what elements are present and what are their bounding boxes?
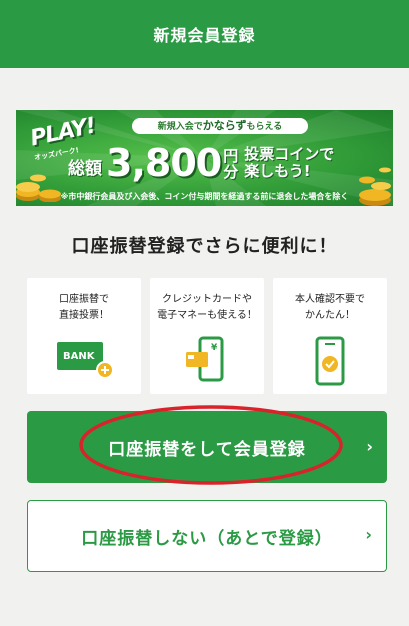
bank-card-icon: BANK (57, 342, 114, 379)
promo-pill: 新規入会でかならずもらえる (132, 118, 308, 134)
promo-banner[interactable]: PLAY! オッズパーク! 新規入会でかならずもらえる 総額 3,800 円 分… (16, 110, 393, 206)
feature-card-payment: クレジットカードや 電子マネーも使える！ ¥ (150, 278, 264, 394)
amount-value: 3,800 (106, 141, 222, 185)
tagline-line-1: 投票コインで (244, 145, 335, 163)
register-later-button[interactable]: 口座振替しない（あとで登録） › (27, 500, 387, 572)
pill-emphasis: かならず (202, 119, 247, 132)
feature-text: 本人確認不要で かんたん！ (295, 294, 365, 321)
promo-amount: 総額 3,800 円 分 投票コインで 楽しもう! (68, 138, 334, 182)
chevron-right-icon: › (365, 525, 372, 544)
feature-list: 口座振替で 直接投票！ BANK クレジットカードや 電子マネーも使える！ ¥ … (27, 278, 387, 394)
svg-text:¥: ¥ (211, 343, 218, 353)
pill-prefix: 新規入会で (157, 122, 203, 132)
section-title: 口座振替登録でさらに便利に！ (71, 236, 338, 257)
amount-unit: 円 分 (223, 148, 238, 182)
page-title: 新規会員登録 (153, 26, 256, 45)
app-header: 新規会員登録 (0, 0, 409, 68)
pill-suffix: もらえる (246, 122, 283, 132)
phone-check-icon (315, 336, 345, 386)
phone-card-yen-icon: ¥ (186, 336, 224, 382)
amount-label: 総額 (68, 159, 102, 179)
promo-tagline: 投票コインで 楽しもう! (244, 146, 334, 182)
feature-text: クレジットカードや 電子マネーも使える！ (157, 294, 257, 321)
amount-unit-yen: 円 (223, 147, 239, 165)
register-with-bank-transfer-button[interactable]: 口座振替をして会員登録 › (27, 411, 387, 483)
feature-card-direct-vote: 口座振替で 直接投票！ BANK (27, 278, 141, 394)
banner-disclaimer: ※市中銀行会員及び入会後、コイン付与期間を経過する前に退会した場合を除く (60, 192, 349, 201)
chevron-right-icon: › (366, 437, 373, 456)
amount-unit-bun: 分 (223, 163, 239, 181)
feature-card-no-verification: 本人確認不要で かんたん！ (273, 278, 387, 394)
svg-text:BANK: BANK (63, 351, 96, 362)
register-with-bank-transfer-label: 口座振替をして会員登録 (108, 439, 306, 460)
feature-text: 口座振替で 直接投票！ (59, 294, 109, 321)
register-later-label: 口座振替しない（あとで登録） (81, 528, 333, 549)
tagline-line-2: 楽しもう! (244, 162, 311, 180)
